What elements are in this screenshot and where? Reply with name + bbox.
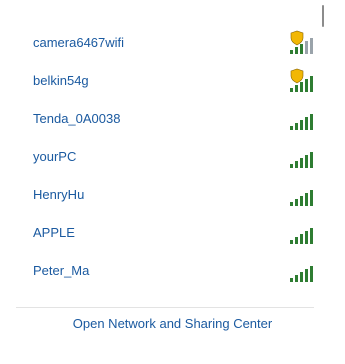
network-name: APPLE	[33, 225, 75, 240]
signal-strength-icon	[290, 228, 313, 244]
scrollbar[interactable]	[322, 0, 325, 306]
secured-signal-icon	[290, 30, 313, 54]
network-item[interactable]: belkin54g	[0, 62, 320, 100]
network-item[interactable]: camera6467wifi	[0, 24, 320, 62]
signal-strength-icon	[290, 114, 313, 130]
network-name: Peter_Ma	[33, 263, 90, 278]
network-item[interactable]: yourPC	[0, 138, 320, 176]
divider	[16, 307, 314, 308]
secured-signal-icon	[290, 68, 313, 92]
signal-strength-icon	[290, 190, 313, 206]
scrollbar-thumb[interactable]	[322, 5, 324, 27]
network-name: HenryHu	[33, 187, 85, 202]
network-item[interactable]: APPLE	[0, 214, 320, 252]
network-name: belkin54g	[33, 73, 89, 88]
network-name: yourPC	[33, 149, 77, 164]
network-list: camera6467wifi belkin54g Tenda_0A0038 yo…	[0, 0, 345, 306]
network-name: Tenda_0A0038	[33, 111, 121, 126]
network-item[interactable]: Peter_Ma	[0, 252, 320, 290]
open-network-sharing-center-link[interactable]: Open Network and Sharing Center	[0, 316, 345, 331]
signal-strength-icon	[290, 266, 313, 282]
network-name: camera6467wifi	[33, 35, 125, 50]
network-item[interactable]: HenryHu	[0, 176, 320, 214]
signal-strength-icon	[290, 152, 313, 168]
network-flyout: camera6467wifi belkin54g Tenda_0A0038 yo…	[0, 0, 345, 364]
network-item[interactable]: Tenda_0A0038	[0, 100, 320, 138]
